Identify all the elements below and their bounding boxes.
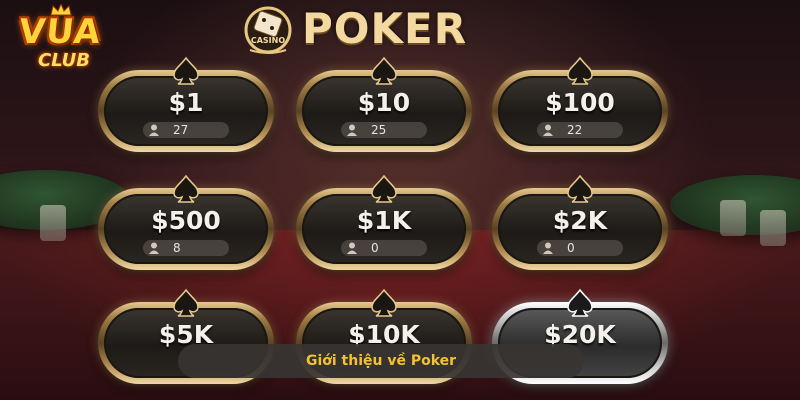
page-title: POKER xyxy=(302,4,468,53)
player-count-badge: 0 xyxy=(537,240,623,256)
user-icon xyxy=(347,124,357,136)
player-count-badge: 8 xyxy=(143,240,229,256)
spade-icon xyxy=(371,56,397,85)
background-chair xyxy=(40,205,66,241)
room-stake: $1K xyxy=(356,206,412,235)
user-icon xyxy=(543,242,553,254)
room-tile[interactable]: $1K 0 xyxy=(296,174,472,270)
user-icon xyxy=(149,242,159,254)
room-stake: $2K xyxy=(552,206,608,235)
player-count-badge: 25 xyxy=(341,122,427,138)
spade-icon xyxy=(173,288,199,317)
spade-icon xyxy=(371,174,397,203)
room-stake: $500 xyxy=(151,206,221,235)
spade-icon xyxy=(173,174,199,203)
player-count-badge: 0 xyxy=(341,240,427,256)
background-chair xyxy=(720,200,746,236)
casino-badge-label: CASINO xyxy=(250,36,286,45)
spade-icon xyxy=(567,174,593,203)
spade-icon xyxy=(371,288,397,317)
user-icon xyxy=(149,124,159,136)
spade-icon xyxy=(567,56,593,85)
spade-icon xyxy=(173,56,199,85)
room-tile[interactable]: $2K 0 xyxy=(492,174,668,270)
room-stake: $10 xyxy=(357,88,411,117)
user-icon xyxy=(347,242,357,254)
player-count-badge: 22 xyxy=(537,122,623,138)
player-count: 27 xyxy=(173,123,189,137)
logo-top-text: VUA xyxy=(16,12,104,52)
casino-badge-icon xyxy=(244,6,292,54)
room-tile[interactable]: $100 22 xyxy=(492,56,668,152)
player-count: 22 xyxy=(567,123,583,137)
game-header: CASINO POKER xyxy=(240,2,490,60)
room-stake: $1 xyxy=(168,88,204,117)
room-tile[interactable]: $10 25 xyxy=(296,56,472,152)
user-icon xyxy=(543,124,553,136)
background-chair xyxy=(760,210,786,246)
player-count: 8 xyxy=(173,241,181,255)
player-count: 0 xyxy=(371,241,379,255)
room-tile[interactable]: $1 27 xyxy=(98,56,274,152)
player-count-badge: 27 xyxy=(143,122,229,138)
room-tile[interactable]: $500 8 xyxy=(98,174,274,270)
room-stake: $100 xyxy=(545,88,615,117)
logo-bottom-text: CLUB xyxy=(37,50,91,71)
player-count: 0 xyxy=(567,241,575,255)
caption-bar: Giới thiệu về Poker xyxy=(178,344,584,378)
spade-icon xyxy=(567,288,593,317)
player-count: 25 xyxy=(371,123,387,137)
